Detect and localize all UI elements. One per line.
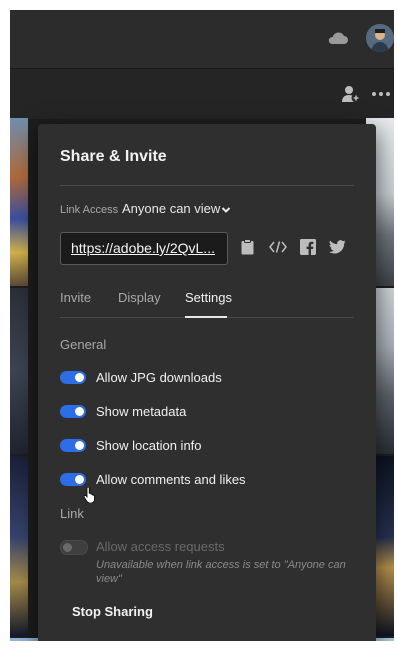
toggle-show-metadata[interactable] [60,405,86,418]
top-bar [10,10,394,68]
share-link-url[interactable]: https://adobe.ly/2QvL... [71,240,215,256]
embed-code-icon[interactable] [268,238,288,256]
toggle-knob [75,373,84,382]
section-label-link: Link [60,506,84,521]
hand-cursor-icon [83,486,96,508]
clipboard-icon[interactable] [238,238,256,256]
toggle-allow-jpg-downloads[interactable] [60,371,86,384]
toggle-knob [75,441,84,450]
user-avatar[interactable] [366,24,394,52]
toggle-show-location-info[interactable] [60,439,86,452]
section-label-general: General [60,337,107,352]
toggle-knob [63,543,72,552]
panel-title: Share & Invite [60,148,167,165]
active-tab-indicator [185,316,227,318]
photo-thumbnail[interactable] [10,456,28,636]
share-link-field[interactable]: https://adobe.ly/2QvL... [60,232,228,265]
photo-thumbnail[interactable] [10,118,28,286]
toggle-label: Show location info [96,438,202,453]
cloud-icon[interactable] [326,28,350,48]
toggle-allow-access-requests[interactable] [60,540,88,555]
share-invite-panel: Share & Invite Link Access Anyone can vi… [38,124,376,641]
toolbar [10,68,394,119]
photo-thumbnail[interactable] [10,288,28,454]
toggle-label: Allow JPG downloads [96,370,222,385]
app-window: Share & Invite Link Access Anyone can vi… [10,10,394,641]
toggle-knob [75,475,84,484]
divider [60,185,354,186]
toggle-label: Allow comments and likes [96,472,246,487]
tab-settings[interactable]: Settings [185,290,232,305]
add-person-icon[interactable] [340,83,362,105]
access-requests-hint: Unavailable when link access is set to "… [96,559,346,585]
facebook-icon[interactable] [299,238,317,256]
toggle-label: Allow access requests [96,539,225,554]
toggle-knob [75,407,84,416]
toggle-label: Show metadata [96,404,187,419]
link-access-dropdown[interactable]: Anyone can view [122,201,220,216]
chevron-down-icon[interactable] [221,202,231,220]
link-access-label: Link Access [60,204,119,216]
twitter-icon[interactable] [328,238,346,256]
toggle-allow-comments-likes[interactable] [60,473,86,486]
tab-invite[interactable]: Invite [60,290,91,305]
more-icon[interactable] [370,83,392,105]
stop-sharing-button[interactable]: Stop Sharing [72,604,153,619]
tab-display[interactable]: Display [118,290,161,305]
